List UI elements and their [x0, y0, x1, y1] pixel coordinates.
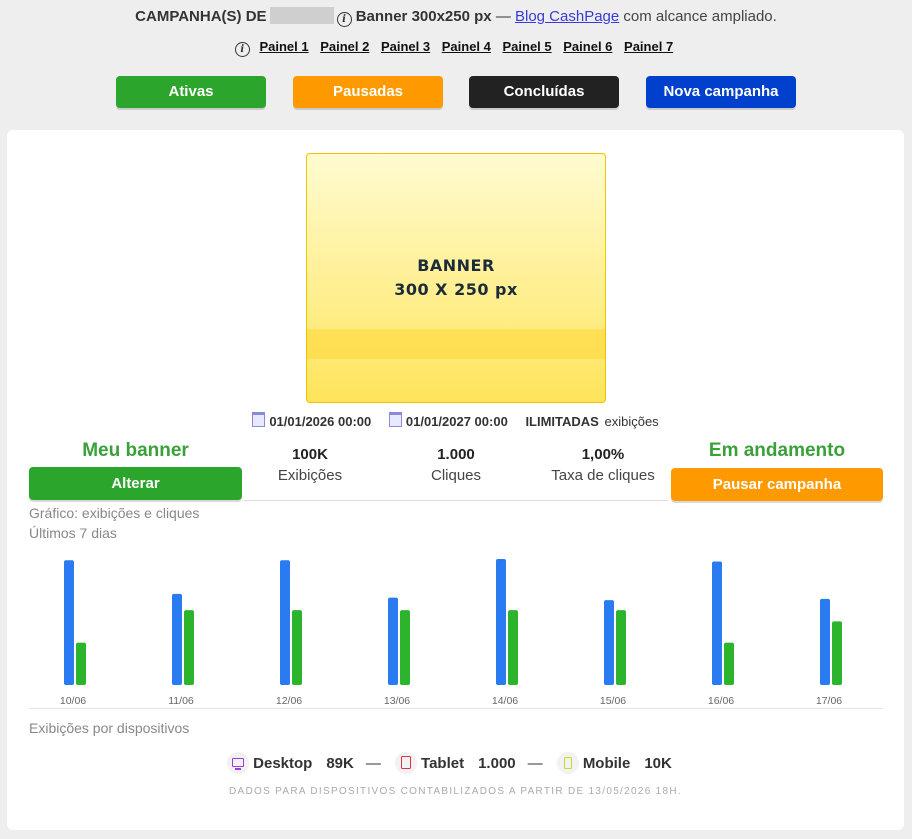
start-date: 01/01/2026 00:00	[269, 414, 372, 429]
stat-ctr: 1,00% Taxa de cliques	[538, 446, 668, 484]
chart-bar-series-1-13/06	[388, 597, 398, 685]
stat-value: 100K	[292, 446, 328, 463]
chart-x-tick-label: 11/06	[168, 695, 194, 707]
mobile-icon	[556, 752, 579, 774]
chart-x-tick-label: 10/06	[60, 695, 86, 707]
new-campaign-button[interactable]: Nova campanha	[646, 76, 796, 108]
active-campaigns-button[interactable]: Ativas	[116, 76, 266, 108]
impressions-limit: ILIMITADAS	[525, 414, 599, 429]
chart-bar-series-2-11/06	[184, 610, 194, 685]
panel-link-3[interactable]: Painel 3	[381, 39, 430, 54]
stat-impressions: 100K Exibições	[245, 446, 375, 484]
info-icon[interactable]: i	[234, 42, 250, 57]
chart-bar-series-2-17/06	[832, 621, 842, 685]
campaign-card: BANNER 300 X 250 px 01/01/2026 00:00 01/…	[7, 130, 904, 830]
tablet-icon	[395, 752, 418, 774]
chart-bar-series-1-10/06	[64, 560, 74, 685]
chart-bar-series-1-14/06	[496, 559, 506, 685]
chart-x-tick-label: 15/06	[600, 695, 626, 707]
change-banner-button[interactable]: Alterar	[29, 467, 242, 500]
end-date: 01/01/2027 00:00	[405, 414, 508, 429]
banner-line-1: BANNER	[417, 256, 495, 275]
panel-link-1[interactable]: Painel 1	[259, 39, 308, 54]
campaign-status-title: Em andamento	[708, 440, 846, 461]
chart-divider	[29, 708, 883, 709]
desktop-icon	[227, 752, 250, 774]
stat-value: 1.000	[437, 446, 475, 463]
my-banner-title: Meu banner	[82, 440, 189, 461]
banner-format: Banner 300x250 px	[355, 8, 492, 25]
device-name: Tablet	[421, 755, 465, 772]
chart-x-tick-label: 14/06	[492, 695, 518, 707]
stat-label: Cliques	[430, 467, 482, 484]
panel-link-2[interactable]: Painel 2	[320, 39, 369, 54]
devices-breakdown: Desktop 89K — Tablet 1.000 — Mobile 10K	[7, 752, 904, 774]
chart-x-tick-label: 12/06	[276, 695, 302, 707]
redacted-username	[269, 7, 334, 24]
chart-bar-series-2-12/06	[292, 610, 302, 685]
page-title: CAMPANHA(S) DE i Banner 300x250 px — Blog…	[0, 7, 912, 27]
device-value: 89K	[326, 755, 354, 772]
stat-label: Exibições	[277, 467, 343, 484]
chart-bar-series-2-10/06	[76, 642, 86, 685]
paused-campaigns-button[interactable]: Pausadas	[293, 76, 443, 108]
banner-line-2: 300 X 250 px	[394, 280, 518, 299]
stat-clicks: 1.000 Cliques	[391, 446, 521, 484]
device-separator: —	[527, 755, 543, 772]
chart-bar-series-1-17/06	[820, 598, 830, 685]
devices-caption: Exibições por dispositivos	[29, 720, 190, 736]
title-suffix: com alcance ampliado.	[623, 8, 777, 25]
chart-bar-series-2-15/06	[616, 610, 626, 685]
bar-chart: 10/06 11/06 12/06 13/06 14/06 15/06 16/06 17/06	[60, 559, 842, 707]
device-name: Desktop	[253, 755, 313, 772]
panel-links: i Painel 1 Painel 2 Painel 3 Painel 4 Pa…	[0, 39, 912, 57]
stat-label: Taxa de cliques	[551, 467, 655, 484]
panel-link-6[interactable]: Painel 6	[563, 39, 612, 54]
device-separator: —	[365, 755, 381, 772]
chart-bar-series-2-14/06	[508, 610, 518, 685]
chart-bar-series-2-16/06	[724, 642, 734, 685]
chart-bar-series-1-11/06	[172, 593, 182, 685]
device-name: Mobile	[582, 755, 631, 772]
title-prefix: CAMPANHA(S) DE	[135, 8, 267, 25]
title-dash: —	[495, 8, 511, 25]
chart-x-tick-label: 16/06	[708, 695, 734, 707]
panel-link-7[interactable]: Painel 7	[624, 39, 673, 54]
chart-bar-series-1-12/06	[280, 560, 290, 685]
calendar-icon	[388, 412, 402, 427]
banner-placeholder-text: BANNER 300 X 250 px	[307, 254, 605, 302]
completed-campaigns-button[interactable]: Concluídas	[469, 76, 619, 108]
info-icon[interactable]: i	[336, 12, 352, 27]
pause-campaign-button[interactable]: Pausar campanha	[671, 468, 883, 501]
chart-period: Últimos 7 dias	[29, 525, 117, 541]
calendar-icon	[252, 412, 266, 427]
devices-footnote: DADOS PARA DISPOSITIVOS CONTABILIZADOS A…	[229, 786, 682, 797]
campaign-dates: 01/01/2026 00:00 01/01/2027 00:00 ILIMIT…	[7, 412, 904, 429]
site-link[interactable]: Blog CashPage	[515, 8, 619, 25]
chart-bar-series-2-13/06	[400, 610, 410, 685]
panel-link-5[interactable]: Painel 5	[503, 39, 552, 54]
device-value: 1.000	[478, 755, 516, 772]
device-value: 10K	[644, 755, 672, 772]
banner-preview: BANNER 300 X 250 px	[306, 153, 606, 403]
chart-bar-series-1-16/06	[712, 561, 722, 685]
stat-value: 1,00%	[581, 446, 625, 463]
banner-stripe	[307, 329, 605, 359]
panel-link-4[interactable]: Painel 4	[442, 39, 491, 54]
chart-bar-series-1-15/06	[604, 600, 614, 685]
chart-x-tick-label: 13/06	[384, 695, 410, 707]
chart-x-tick-label: 17/06	[816, 695, 842, 707]
impressions-limit-suffix: exibições	[604, 414, 659, 429]
stats-divider	[244, 500, 668, 501]
chart-caption: Gráfico: exibições e cliques	[29, 505, 200, 521]
